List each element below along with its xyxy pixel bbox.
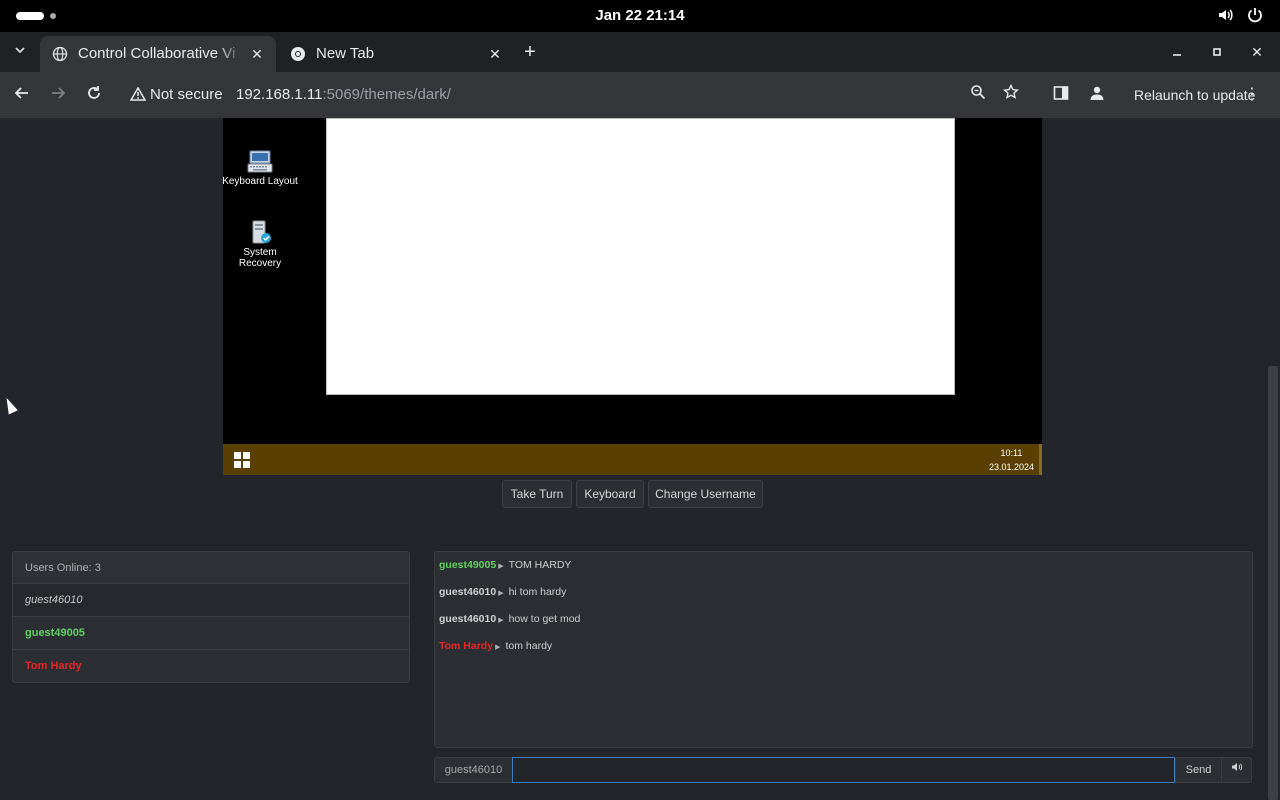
desktop-icon-keyboard-layout[interactable]: Keyboard Layout: [221, 148, 299, 187]
chat-username: guest49005: [439, 559, 497, 571]
show-desktop-edge[interactable]: [1039, 444, 1042, 475]
windows-start-icon[interactable]: [234, 452, 250, 468]
chat-text: TOM HARDY: [508, 559, 572, 571]
desktop-icon-label: System Recovery: [238, 247, 282, 269]
relaunch-label: Relaunch to update: [1134, 87, 1256, 103]
tab-control-collaborative[interactable]: Control Collaborative Vi ✕: [40, 36, 276, 72]
profile-avatar-icon[interactable]: [1085, 83, 1109, 107]
url-host: 192.168.1.11: [236, 86, 323, 103]
user-list-item[interactable]: guest49005: [13, 617, 409, 650]
user-list-item[interactable]: Tom Hardy: [13, 650, 409, 683]
tab-search-chevron-icon[interactable]: [8, 40, 32, 64]
power-icon[interactable]: [1245, 6, 1265, 26]
system-clock[interactable]: Jan 22 21:14: [0, 0, 1280, 32]
page-content: Keyboard Layout System Recovery 10:11 23…: [0, 118, 1280, 800]
bookmark-star-icon[interactable]: [1000, 83, 1022, 106]
zoom-magnifier-icon[interactable]: [967, 84, 989, 106]
warning-icon: [129, 86, 147, 101]
chat-message: Tom Hardy ▶ tom hardy: [435, 639, 1252, 666]
chat-username: guest46010: [439, 613, 497, 625]
vm-date: 23.01.2024: [988, 462, 1034, 472]
arrow-icon: ▶: [498, 590, 504, 597]
chat-input-bar: guest46010 Send: [434, 757, 1252, 783]
security-indicator[interactable]: Not secure: [129, 85, 223, 105]
desktop-icon-label: Keyboard Layout: [222, 176, 298, 187]
close-tab-icon[interactable]: ✕: [486, 45, 504, 63]
send-button[interactable]: Send: [1175, 757, 1222, 783]
address-bar[interactable]: Not secure 192.168.1.11:5069/themes/dark…: [118, 78, 1030, 112]
system-top-bar: Jan 22 21:14: [0, 0, 1280, 32]
vm-controls: Take Turn Keyboard Change Username: [0, 480, 1266, 508]
side-panel-icon[interactable]: [1049, 83, 1073, 107]
chat-username-label: guest46010: [434, 757, 513, 783]
new-tab-plus-icon[interactable]: +: [518, 41, 542, 65]
tab-title: New Tab: [316, 45, 375, 62]
vm-blank-window[interactable]: [326, 118, 955, 395]
users-online-panel: Users Online: 3 guest46010 guest49005 To…: [12, 551, 410, 683]
chat-text: hi tom hardy: [508, 586, 567, 598]
url-path: :5069/themes/dark/: [322, 86, 451, 103]
page-scrollbar[interactable]: [1266, 118, 1280, 800]
speaker-icon[interactable]: [1221, 757, 1252, 783]
chat-input[interactable]: [512, 757, 1175, 783]
arrow-icon: ▶: [498, 617, 504, 624]
minimize-icon[interactable]: [1165, 40, 1189, 64]
url-text[interactable]: 192.168.1.11:5069/themes/dark/: [236, 85, 451, 105]
vm-time: 10:11: [1000, 448, 1023, 458]
forward-arrow-icon[interactable]: [46, 83, 70, 107]
scrollbar-thumb[interactable]: [1268, 366, 1278, 800]
maximize-icon[interactable]: [1205, 40, 1229, 64]
vm-taskbar: 10:11 23.01.2024: [223, 444, 1042, 475]
chat-message: guest46010 ▶ how to get mod: [435, 612, 1252, 639]
arrow-icon: ▶: [495, 644, 501, 651]
chat-username: guest46010: [439, 586, 497, 598]
reload-icon[interactable]: [82, 83, 106, 107]
globe-icon: [52, 46, 68, 62]
volume-icon[interactable]: [1216, 6, 1236, 26]
chrome-icon: [290, 46, 306, 62]
chat-message: guest46010 ▶ hi tom hardy: [435, 585, 1252, 612]
relaunch-to-update-button[interactable]: Relaunch to update ⋮: [1122, 79, 1272, 111]
change-username-button[interactable]: Change Username: [648, 480, 763, 508]
browser-tab-strip: Control Collaborative Vi ✕ New Tab ✕ + ✕: [0, 32, 1280, 72]
recovery-icon: [247, 219, 273, 245]
vm-taskbar-clock[interactable]: 10:11 23.01.2024: [989, 446, 1034, 474]
keyboard-button[interactable]: Keyboard: [576, 480, 644, 508]
users-online-header: Users Online: 3: [13, 552, 409, 584]
arrow-icon: ▶: [498, 563, 504, 570]
chat-text: tom hardy: [505, 640, 553, 652]
security-label: Not secure: [150, 86, 223, 103]
take-turn-button[interactable]: Take Turn: [502, 480, 572, 508]
user-list-item[interactable]: guest46010: [13, 584, 409, 617]
tab-new-tab[interactable]: New Tab ✕: [278, 36, 514, 72]
vm-screen[interactable]: Keyboard Layout System Recovery 10:11 23…: [221, 118, 1042, 475]
chat-message: guest49005 ▶ TOM HARDY: [435, 558, 1252, 585]
chat-username: Tom Hardy: [439, 640, 494, 652]
chat-messages: guest49005 ▶ TOM HARDY guest46010 ▶ hi tom h…: [434, 551, 1253, 748]
close-tab-icon[interactable]: ✕: [248, 45, 266, 63]
tab-title: Control Collaborative Vi: [78, 45, 236, 62]
kebab-menu-icon[interactable]: ⋮: [1244, 79, 1260, 111]
keyboard-icon: [247, 148, 273, 174]
browser-toolbar: Not secure 192.168.1.11:5069/themes/dark…: [0, 72, 1280, 118]
back-arrow-icon[interactable]: [10, 83, 34, 107]
desktop-icon-system-recovery[interactable]: System Recovery: [221, 219, 299, 269]
chat-text: how to get mod: [508, 613, 581, 625]
close-window-icon[interactable]: ✕: [1245, 40, 1269, 64]
